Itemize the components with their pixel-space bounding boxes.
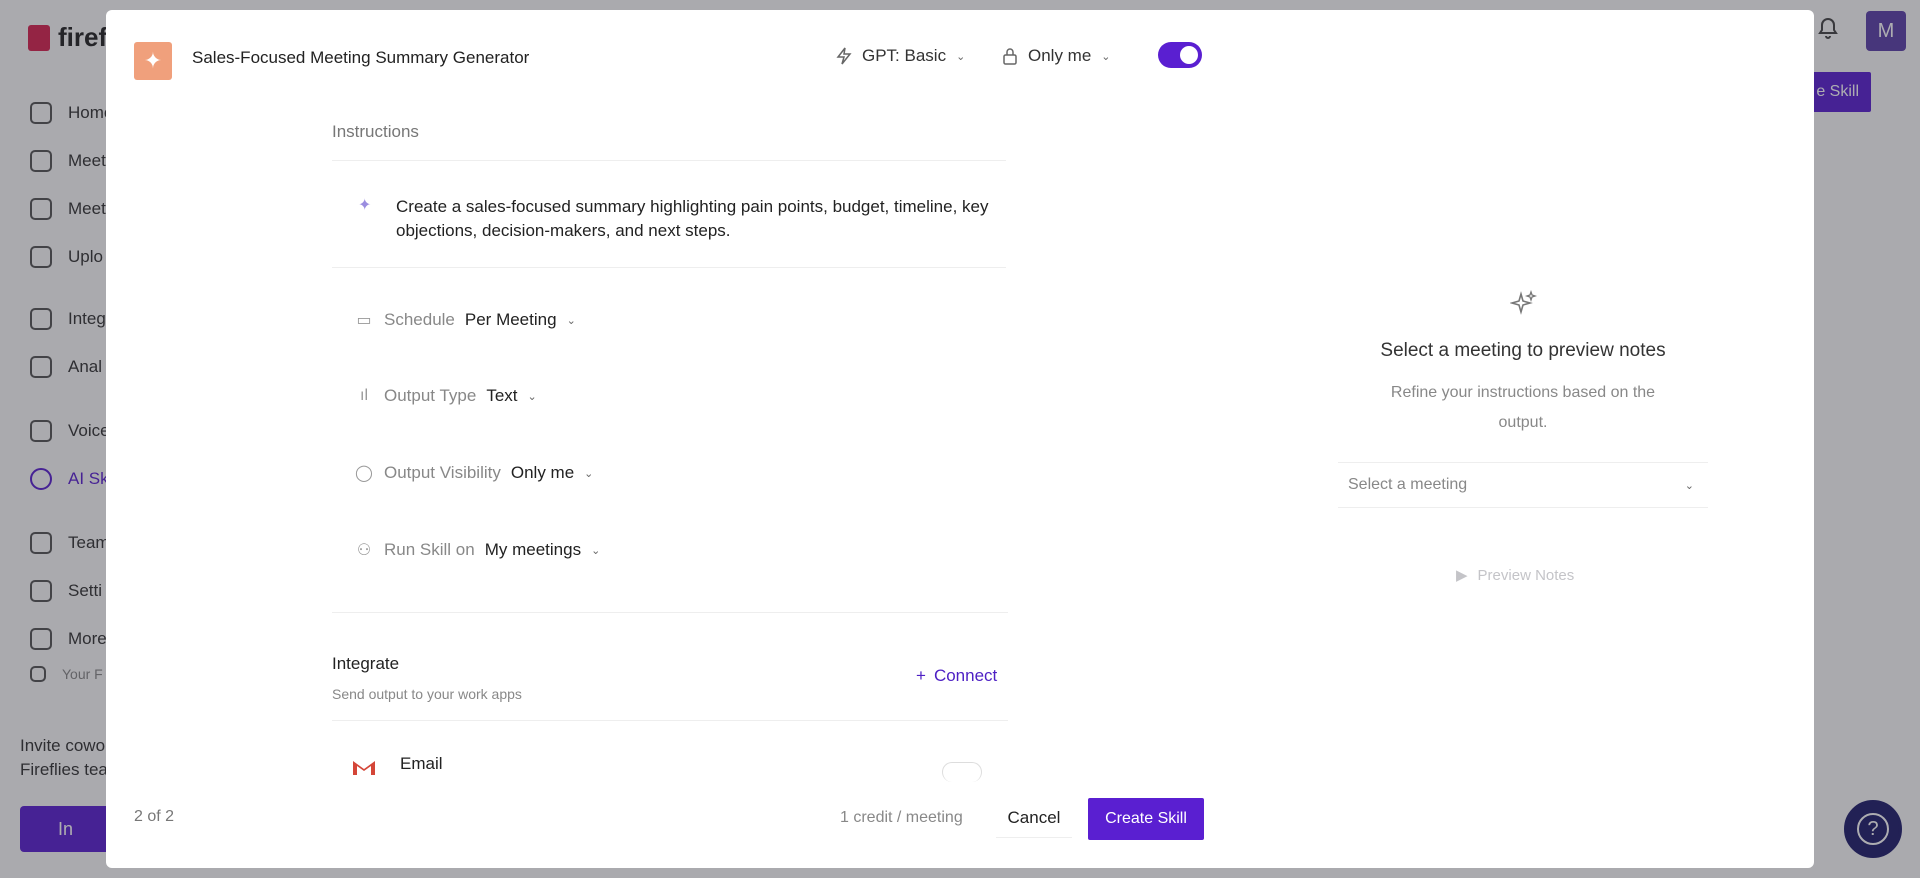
- sparkle-icon[interactable]: ✦: [134, 42, 172, 80]
- create-skill-button[interactable]: Create Skill: [1088, 798, 1204, 840]
- users-icon: ⚇: [356, 542, 372, 559]
- bar-chart-icon: ıl: [360, 387, 368, 404]
- lightning-icon: [836, 47, 852, 65]
- output-type-setting[interactable]: ıl Output Type Text ⌄: [354, 386, 537, 406]
- instructions-label: Instructions: [332, 122, 419, 141]
- skill-enabled-toggle[interactable]: [1158, 42, 1202, 68]
- connect-button[interactable]: + Connect: [916, 666, 997, 686]
- calendar-icon: ▭: [356, 312, 372, 329]
- plus-icon: +: [916, 666, 926, 685]
- chevron-down-icon: ⌄: [584, 467, 594, 480]
- integrate-subtitle: Send output to your work apps: [332, 686, 522, 702]
- preview-notes-button[interactable]: ▶ Preview Notes: [1456, 566, 1574, 585]
- run-skill-on-setting[interactable]: ⚇ Run Skill on My meetings ⌄: [354, 540, 600, 560]
- cancel-button[interactable]: Cancel: [996, 798, 1072, 838]
- model-dropdown[interactable]: GPT: Basic ⌄: [836, 46, 965, 66]
- section-divider: [332, 720, 1008, 721]
- chevron-down-icon: ⌄: [1101, 50, 1111, 63]
- lock-icon: [1003, 48, 1017, 65]
- toggle-knob: [1180, 46, 1198, 64]
- skill-title[interactable]: Sales-Focused Meeting Summary Generator: [192, 48, 529, 68]
- create-skill-modal: ✦ Sales-Focused Meeting Summary Generato…: [106, 10, 1814, 868]
- email-integration-row: Email: [332, 722, 1008, 782]
- meeting-select[interactable]: Select a meeting ⌄: [1338, 462, 1708, 508]
- section-divider: [332, 612, 1008, 613]
- play-icon: ▶: [1456, 567, 1468, 584]
- modal-header: ✦ Sales-Focused Meeting Summary Generato…: [106, 10, 1814, 106]
- output-visibility-setting[interactable]: ◯ Output Visibility Only me ⌄: [354, 463, 593, 483]
- credit-cost: 1 credit / meeting: [840, 809, 963, 826]
- preview-subtitle: Refine your instructions based on the ou…: [1390, 384, 1656, 431]
- instructions-input[interactable]: ✦ Create a sales-focused summary highlig…: [332, 160, 1006, 268]
- chevron-down-icon: ⌄: [527, 390, 537, 403]
- chevron-down-icon: ⌄: [566, 314, 576, 327]
- instructions-text[interactable]: Create a sales-focused summary highlight…: [396, 195, 996, 243]
- chevron-down-icon: ⌄: [1684, 479, 1694, 492]
- sparkles-icon: [1510, 290, 1538, 315]
- email-toggle[interactable]: [942, 762, 982, 782]
- step-indicator: 2 of 2: [134, 808, 175, 825]
- gmail-icon: [353, 761, 375, 775]
- preview-title: Select a meeting to preview notes: [1380, 340, 1666, 361]
- integrate-title: Integrate: [332, 654, 400, 673]
- schedule-setting[interactable]: ▭ Schedule Per Meeting ⌄: [354, 310, 576, 330]
- chevron-down-icon: ⌄: [591, 544, 601, 557]
- visibility-dropdown[interactable]: Only me ⌄: [1002, 46, 1111, 66]
- chevron-down-icon: ⌄: [956, 50, 966, 63]
- sparkle-icon: ✦: [358, 197, 372, 214]
- globe-icon: ◯: [355, 465, 373, 482]
- email-label: Email: [400, 754, 443, 773]
